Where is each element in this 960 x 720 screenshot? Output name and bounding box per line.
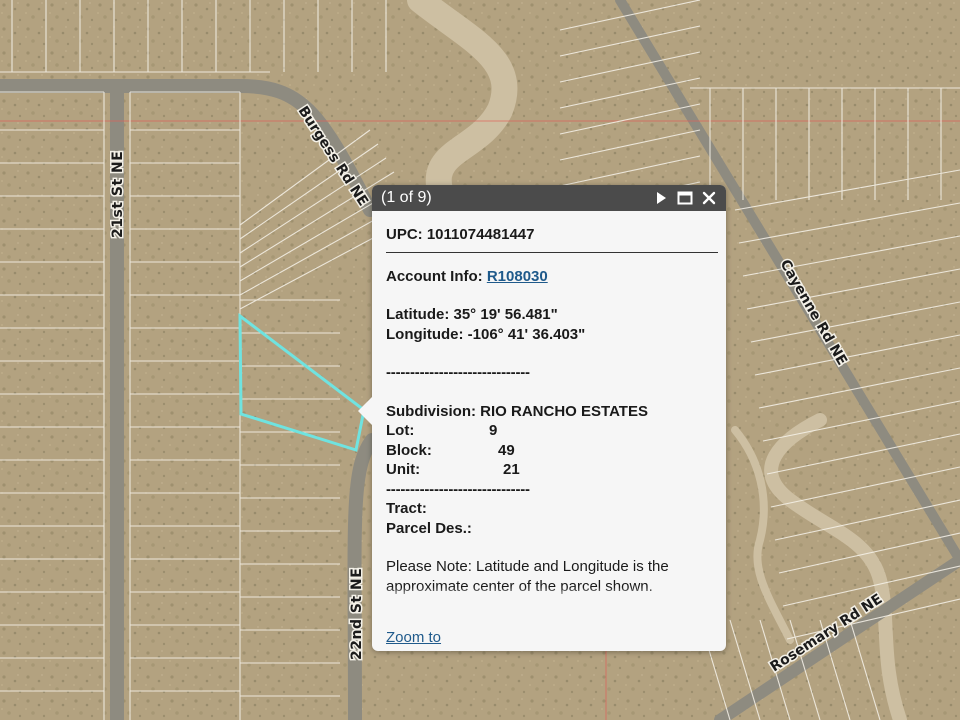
tract-label: Tract:: [386, 500, 427, 517]
popup-header: (1 of 9): [372, 185, 726, 211]
block-value: 49: [498, 441, 515, 459]
account-link[interactable]: R108030: [487, 268, 548, 285]
unit-label: Unit:: [386, 461, 421, 478]
parcel-des-row: Parcel Des.:: [386, 519, 718, 539]
upc-value: 1011074481447: [426, 226, 535, 243]
street-label-22nd: 22nd St NE: [349, 568, 365, 660]
longitude-value: -106° 41' 36.403": [467, 325, 586, 343]
latitude-row: Latitude: 35° 19' 56.481": [386, 305, 718, 325]
upc-label: UPC:: [386, 226, 423, 243]
maximize-icon[interactable]: [674, 187, 696, 209]
lot-value: 9: [489, 422, 498, 439]
latitude-label: Latitude:: [386, 306, 450, 323]
block-row: Block: 49: [386, 441, 718, 461]
subdivision-value: RIO RANCHO ESTATES: [480, 402, 648, 420]
upc-row: UPC: 1011074481447: [386, 225, 718, 245]
longitude-label: Longitude:: [386, 325, 464, 343]
unit-row: Unit: 21: [386, 460, 718, 480]
subdivision-row: Subdivision: RIO RANCHO ESTATES: [386, 402, 718, 422]
divider: [386, 251, 718, 253]
dashes-separator-2: ------------------------------: [386, 480, 530, 498]
lot-label: Lot:: [386, 422, 415, 439]
lot-row: Lot: 9: [386, 421, 718, 441]
popup-content: UPC: 1011074481447 Account Info: R108030…: [372, 211, 726, 631]
account-label: Account Info:: [386, 267, 483, 285]
account-row: Account Info: R108030: [386, 267, 718, 287]
unit-value: 21: [503, 461, 520, 478]
subdivision-label: Subdivision:: [386, 402, 476, 420]
longitude-row: Longitude: -106° 41' 36.403": [386, 325, 718, 345]
zoom-to-link[interactable]: Zoom to: [386, 629, 441, 646]
dashes-separator: ------------------------------: [386, 364, 530, 381]
street-label-21st: 21st St NE: [110, 151, 126, 238]
tract-row: Tract:: [386, 499, 718, 519]
next-arrow-icon[interactable]: [650, 187, 672, 209]
parcel-des-label: Parcel Des.:: [386, 519, 472, 537]
block-label: Block:: [386, 441, 432, 459]
parcel-info-popup: (1 of 9) UPC: 1011074481447 Account Info…: [358, 185, 726, 651]
popup-counter: (1 of 9): [381, 189, 432, 206]
latitude-value: 35° 19' 56.481": [453, 306, 558, 323]
close-icon[interactable]: [698, 187, 720, 209]
popup-pointer: [358, 397, 372, 425]
